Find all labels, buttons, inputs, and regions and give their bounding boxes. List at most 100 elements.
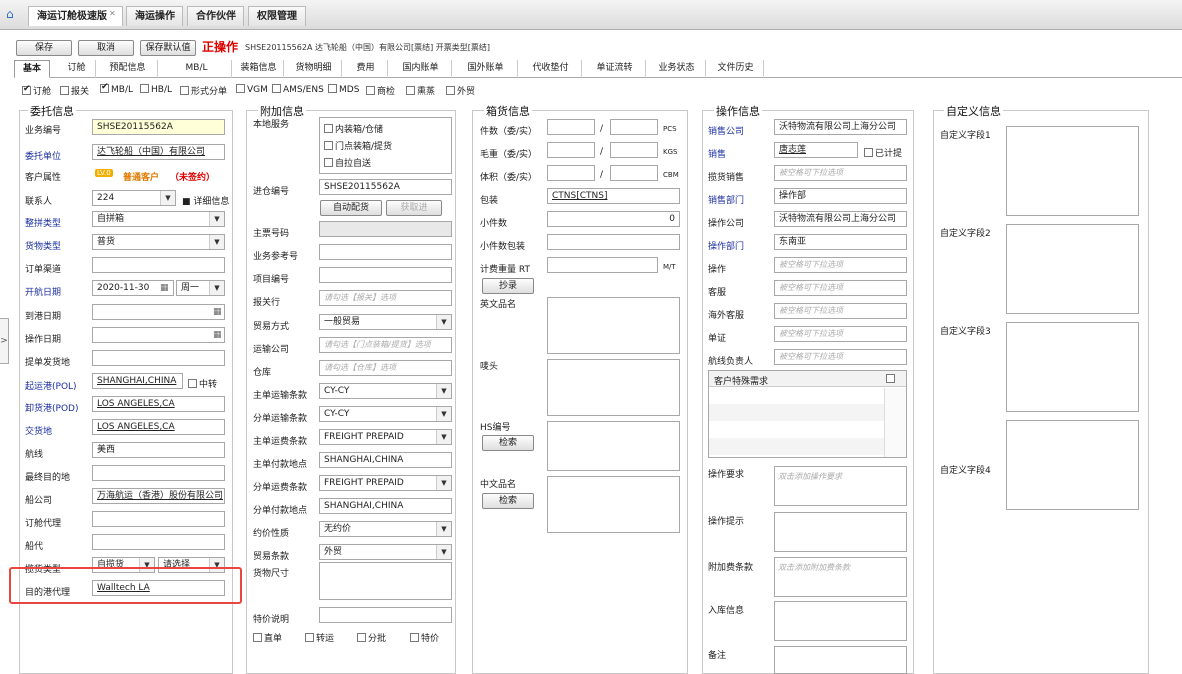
checkbox-icon[interactable] <box>324 158 333 167</box>
checkbox-icon[interactable] <box>366 86 375 95</box>
checkbox-icon[interactable] <box>236 84 245 93</box>
cs-field[interactable]: 被空格可下拉选项 <box>774 280 907 296</box>
hs-field[interactable] <box>547 421 680 471</box>
gross-client[interactable] <box>547 142 595 158</box>
subtab-preload[interactable]: 预配信息 <box>98 60 158 78</box>
copy-button[interactable]: 抄录 <box>482 278 534 294</box>
cargo-type-select[interactable]: 普货 <box>92 234 225 250</box>
small-pack-field[interactable] <box>547 234 680 250</box>
trade-select[interactable]: 外贸 <box>319 544 452 560</box>
tab-partners[interactable]: 合作伙伴 <box>187 6 244 26</box>
checkbox-icon[interactable] <box>410 633 419 642</box>
sales-co-field[interactable]: 沃特物流有限公司上海分公司 <box>774 119 907 135</box>
op-dept-field[interactable]: 东南亚 <box>774 234 907 250</box>
table-row[interactable] <box>709 438 884 455</box>
rt-field[interactable] <box>547 257 658 273</box>
scrollbar[interactable] <box>884 388 906 457</box>
remark-field[interactable] <box>774 646 907 674</box>
checkbox-icon[interactable] <box>864 148 873 157</box>
fetch-button[interactable]: 获取进 <box>386 200 442 216</box>
custom-f2-field[interactable] <box>1006 224 1139 314</box>
op-date-field[interactable] <box>92 327 225 343</box>
cn-name-field[interactable] <box>547 476 680 533</box>
delivery-field[interactable]: LOS ANGELES,CA <box>92 419 225 435</box>
checkbox-icon[interactable] <box>406 86 415 95</box>
home-icon[interactable]: ⌂ <box>6 8 18 20</box>
subtab-file-history[interactable]: 文件历史 <box>708 60 764 78</box>
save-button[interactable]: 保存 <box>16 40 72 56</box>
assemble-select[interactable]: 自拼箱 <box>92 211 225 227</box>
volume-actual[interactable] <box>610 165 658 181</box>
tab-sea-booking[interactable]: 海运订舱极速版 ✕ <box>28 6 123 26</box>
route-field[interactable]: 美西 <box>92 442 225 458</box>
volume-client[interactable] <box>547 165 595 181</box>
svc-door-pickup[interactable]: 门点装箱/提货 <box>324 139 392 152</box>
flag-direct[interactable]: 直单 <box>253 631 282 644</box>
check-customs[interactable]: 报关 <box>60 84 89 97</box>
check-inspection[interactable]: 商检 <box>366 84 395 97</box>
check-fumigation[interactable]: 熏蒸 <box>406 84 435 97</box>
pol-field[interactable]: SHANGHAI,CHINA <box>92 373 183 389</box>
subtab-mbl[interactable]: MB/L <box>162 60 232 78</box>
checkbox-icon[interactable] <box>357 633 366 642</box>
custom-f4-field[interactable] <box>1006 420 1139 510</box>
checkbox-icon[interactable] <box>188 379 197 388</box>
check-ams[interactable]: AMS/ENS <box>272 84 324 95</box>
transship-check[interactable]: 中转 <box>188 377 217 390</box>
checkbox-icon[interactable] <box>446 86 455 95</box>
flag-transship[interactable]: 转运 <box>305 631 334 644</box>
cancel-button[interactable]: 取消 <box>78 40 134 56</box>
subtab-doc-flow[interactable]: 单证流转 <box>584 60 646 78</box>
check-mds[interactable]: MDS <box>328 84 359 95</box>
inbound-field[interactable]: SHSE20115562A <box>319 179 452 195</box>
calendar-icon[interactable]: ▦ <box>213 307 222 317</box>
custom-f1-field[interactable] <box>1006 126 1139 216</box>
checkbox-icon[interactable] <box>272 84 281 93</box>
subtab-domestic-bill[interactable]: 国内账单 <box>390 60 452 78</box>
business-no-field[interactable]: SHSE20115562A <box>92 119 225 135</box>
op-tip-field[interactable] <box>774 512 907 552</box>
en-name-field[interactable] <box>547 297 680 354</box>
checkbox-icon[interactable] <box>60 86 69 95</box>
svc-self-delivery[interactable]: 自拉自送 <box>324 156 371 169</box>
detail-link[interactable]: ■ 详细信息 <box>182 194 229 207</box>
transport-field[interactable]: 请勾选【门点装箱/提货】选项 <box>319 337 452 353</box>
tab-sea-ops[interactable]: 海运操作 <box>126 6 183 26</box>
commission-check[interactable]: 已计提 <box>864 146 902 159</box>
size-field[interactable] <box>319 562 452 600</box>
tab-permissions[interactable]: 权限管理 <box>248 6 306 26</box>
calendar-icon[interactable]: ▦ <box>160 283 169 293</box>
master-pay-field[interactable]: SHANGHAI,CHINA <box>319 452 452 468</box>
checkbox-icon[interactable] <box>886 374 895 383</box>
house-clause-select[interactable]: CY-CY <box>319 406 452 422</box>
checkbox-icon[interactable] <box>328 84 337 93</box>
special-field[interactable] <box>319 607 452 623</box>
house-pay-field[interactable]: SHANGHAI,CHINA <box>319 498 452 514</box>
master-no-field[interactable] <box>319 221 452 237</box>
house-freight-select[interactable]: FREIGHT PREPAID <box>319 475 452 491</box>
subtab-status[interactable]: 业务状态 <box>648 60 706 78</box>
subtab-fees[interactable]: 费用 <box>344 60 388 78</box>
route-mgr-field[interactable]: 被空格可下拉选项 <box>774 349 907 365</box>
small-field[interactable]: 0 <box>547 211 680 227</box>
cn-search-button[interactable]: 检索 <box>482 493 534 509</box>
bl-place-field[interactable] <box>92 350 225 366</box>
checkbox-icon[interactable] <box>100 82 109 93</box>
operator-field[interactable]: 被空格可下拉选项 <box>774 257 907 273</box>
pod-field[interactable]: LOS ANGELES,CA <box>92 396 225 412</box>
pieces-client[interactable] <box>547 119 595 135</box>
mark-field[interactable] <box>547 359 680 416</box>
contact-select[interactable]: 224 <box>92 190 176 206</box>
solicit-sales-field[interactable]: 被空格可下拉选项 <box>774 165 907 181</box>
checkbox-icon[interactable] <box>324 124 333 133</box>
svc-warehouse[interactable]: 内装箱/仓储 <box>324 122 383 135</box>
check-hbl[interactable]: HB/L <box>140 84 172 95</box>
custom-f3-field[interactable] <box>1006 322 1139 412</box>
checkbox-icon[interactable] <box>22 84 31 95</box>
ship-agent-field[interactable] <box>92 534 225 550</box>
stock-field[interactable] <box>774 601 907 641</box>
check-mbl[interactable]: MB/L <box>100 82 133 95</box>
collapse-handle[interactable]: > <box>0 318 9 364</box>
trade-mode-select[interactable]: 一般贸易 <box>319 314 452 330</box>
subtab-goods[interactable]: 货物明细 <box>286 60 342 78</box>
